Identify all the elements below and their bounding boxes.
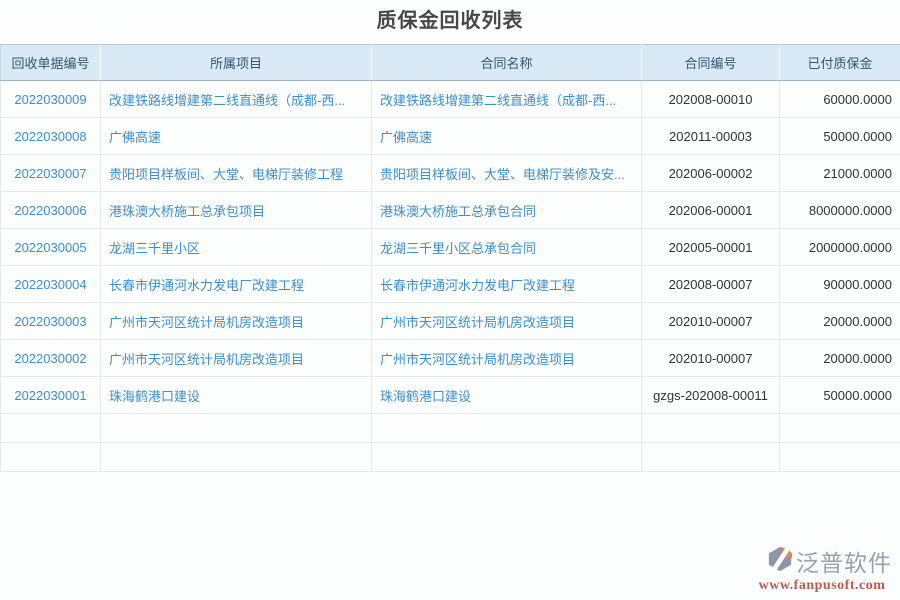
cell-contract-name-link[interactable]: 广州市天河区统计局机房改造项目 bbox=[372, 303, 642, 340]
cell-project-link[interactable]: 龙湖三千里小区 bbox=[101, 229, 372, 266]
table-row: 2022030003 广州市天河区统计局机房改造项目 广州市天河区统计局机房改造… bbox=[1, 303, 900, 340]
cell-contract-name-link[interactable]: 广州市天河区统计局机房改造项目 bbox=[372, 340, 642, 377]
table-row: 2022030007 贵阳项目样板间、大堂、电梯厅装修工程 贵阳项目样板间、大堂… bbox=[1, 155, 900, 192]
cell-paid-amount: 60000.0000 bbox=[780, 81, 900, 118]
cell-doc-no-link[interactable]: 2022030002 bbox=[1, 340, 101, 377]
table-header-row: 回收单据编号 所属项目 合同名称 合同编号 已付质保金 bbox=[1, 45, 900, 81]
cell-doc-no-link[interactable]: 2022030003 bbox=[1, 303, 101, 340]
empty-table-row bbox=[1, 443, 900, 472]
cell-paid-amount: 21000.0000 bbox=[780, 155, 900, 192]
cell-paid-amount: 50000.0000 bbox=[780, 118, 900, 155]
cell-doc-no-link[interactable]: 2022030009 bbox=[1, 81, 101, 118]
cell-contract-name-link[interactable]: 龙湖三千里小区总承包合同 bbox=[372, 229, 642, 266]
empty-table-row bbox=[1, 414, 900, 443]
table-row: 2022030002 广州市天河区统计局机房改造项目 广州市天河区统计局机房改造… bbox=[1, 340, 900, 377]
cell-project-link[interactable]: 改建铁路线增建第二线直通线（成都-西... bbox=[101, 81, 372, 118]
cell-contract-no: gzgs-202008-00011 bbox=[642, 377, 780, 414]
empty-cell bbox=[780, 414, 900, 443]
cell-paid-amount: 8000000.0000 bbox=[780, 192, 900, 229]
cell-paid-amount: 2000000.0000 bbox=[780, 229, 900, 266]
cell-project-link[interactable]: 广州市天河区统计局机房改造项目 bbox=[101, 303, 372, 340]
cell-contract-name-link[interactable]: 珠海鹤港口建设 bbox=[372, 377, 642, 414]
table-row: 2022030005 龙湖三千里小区 龙湖三千里小区总承包合同 202005-0… bbox=[1, 229, 900, 266]
cell-contract-no: 202006-00001 bbox=[642, 192, 780, 229]
cell-contract-no: 202008-00007 bbox=[642, 266, 780, 303]
empty-cell bbox=[642, 414, 780, 443]
cell-paid-amount: 50000.0000 bbox=[780, 377, 900, 414]
empty-cell bbox=[372, 414, 642, 443]
cell-project-link[interactable]: 贵阳项目样板间、大堂、电梯厅装修工程 bbox=[101, 155, 372, 192]
page-title: 质保金回收列表 bbox=[0, 0, 900, 44]
cell-project-link[interactable]: 长春市伊通河水力发电厂改建工程 bbox=[101, 266, 372, 303]
cell-paid-amount: 20000.0000 bbox=[780, 340, 900, 377]
cell-contract-no: 202010-00007 bbox=[642, 303, 780, 340]
cell-project-link[interactable]: 珠海鹤港口建设 bbox=[101, 377, 372, 414]
cell-project-link[interactable]: 广州市天河区统计局机房改造项目 bbox=[101, 340, 372, 377]
cell-doc-no-link[interactable]: 2022030006 bbox=[1, 192, 101, 229]
table-row: 2022030001 珠海鹤港口建设 珠海鹤港口建设 gzgs-202008-0… bbox=[1, 377, 900, 414]
table-row: 2022030006 港珠澳大桥施工总承包项目 港珠澳大桥施工总承包合同 202… bbox=[1, 192, 900, 229]
fanpu-logo-icon bbox=[767, 545, 793, 578]
cell-contract-no: 202006-00002 bbox=[642, 155, 780, 192]
watermark-brand: 泛普软件 bbox=[796, 544, 892, 578]
cell-project-link[interactable]: 港珠澳大桥施工总承包项目 bbox=[101, 192, 372, 229]
col-header-paid-amount: 已付质保金 bbox=[780, 45, 900, 81]
empty-cell bbox=[1, 414, 101, 443]
cell-paid-amount: 20000.0000 bbox=[780, 303, 900, 340]
cell-contract-name-link[interactable]: 广佛高速 bbox=[372, 118, 642, 155]
empty-cell bbox=[101, 443, 372, 472]
col-header-contract-no: 合同编号 bbox=[642, 45, 780, 81]
watermark-url[interactable]: www.fanpusoft.com bbox=[752, 578, 892, 594]
cell-doc-no-link[interactable]: 2022030005 bbox=[1, 229, 101, 266]
empty-cell bbox=[1, 443, 101, 472]
cell-contract-no: 202005-00001 bbox=[642, 229, 780, 266]
empty-cell bbox=[780, 443, 900, 472]
cell-contract-no: 202008-00010 bbox=[642, 81, 780, 118]
col-header-contract-name: 合同名称 bbox=[372, 45, 642, 81]
empty-cell bbox=[642, 443, 780, 472]
table-row: 2022030008 广佛高速 广佛高速 202011-00003 50000.… bbox=[1, 118, 900, 155]
cell-doc-no-link[interactable]: 2022030007 bbox=[1, 155, 101, 192]
empty-cell bbox=[101, 414, 372, 443]
table-body: 2022030009 改建铁路线增建第二线直通线（成都-西... 改建铁路线增建… bbox=[1, 81, 900, 472]
cell-doc-no-link[interactable]: 2022030001 bbox=[1, 377, 101, 414]
watermark: 泛普软件 www.fanpusoft.com bbox=[752, 544, 892, 594]
col-header-project: 所属项目 bbox=[101, 45, 372, 81]
recovery-table: 回收单据编号 所属项目 合同名称 合同编号 已付质保金 2022030009 改… bbox=[0, 44, 900, 472]
cell-contract-name-link[interactable]: 贵阳项目样板间、大堂、电梯厅装修及安... bbox=[372, 155, 642, 192]
cell-project-link[interactable]: 广佛高速 bbox=[101, 118, 372, 155]
cell-contract-name-link[interactable]: 港珠澳大桥施工总承包合同 bbox=[372, 192, 642, 229]
cell-contract-no: 202010-00007 bbox=[642, 340, 780, 377]
cell-doc-no-link[interactable]: 2022030004 bbox=[1, 266, 101, 303]
table-row: 2022030004 长春市伊通河水力发电厂改建工程 长春市伊通河水力发电厂改建… bbox=[1, 266, 900, 303]
col-header-doc-no: 回收单据编号 bbox=[1, 45, 101, 81]
cell-contract-name-link[interactable]: 改建铁路线增建第二线直通线（成都-西... bbox=[372, 81, 642, 118]
cell-contract-no: 202011-00003 bbox=[642, 118, 780, 155]
cell-contract-name-link[interactable]: 长春市伊通河水力发电厂改建工程 bbox=[372, 266, 642, 303]
table-row: 2022030009 改建铁路线增建第二线直通线（成都-西... 改建铁路线增建… bbox=[1, 81, 900, 118]
cell-doc-no-link[interactable]: 2022030008 bbox=[1, 118, 101, 155]
empty-cell bbox=[372, 443, 642, 472]
cell-paid-amount: 90000.0000 bbox=[780, 266, 900, 303]
